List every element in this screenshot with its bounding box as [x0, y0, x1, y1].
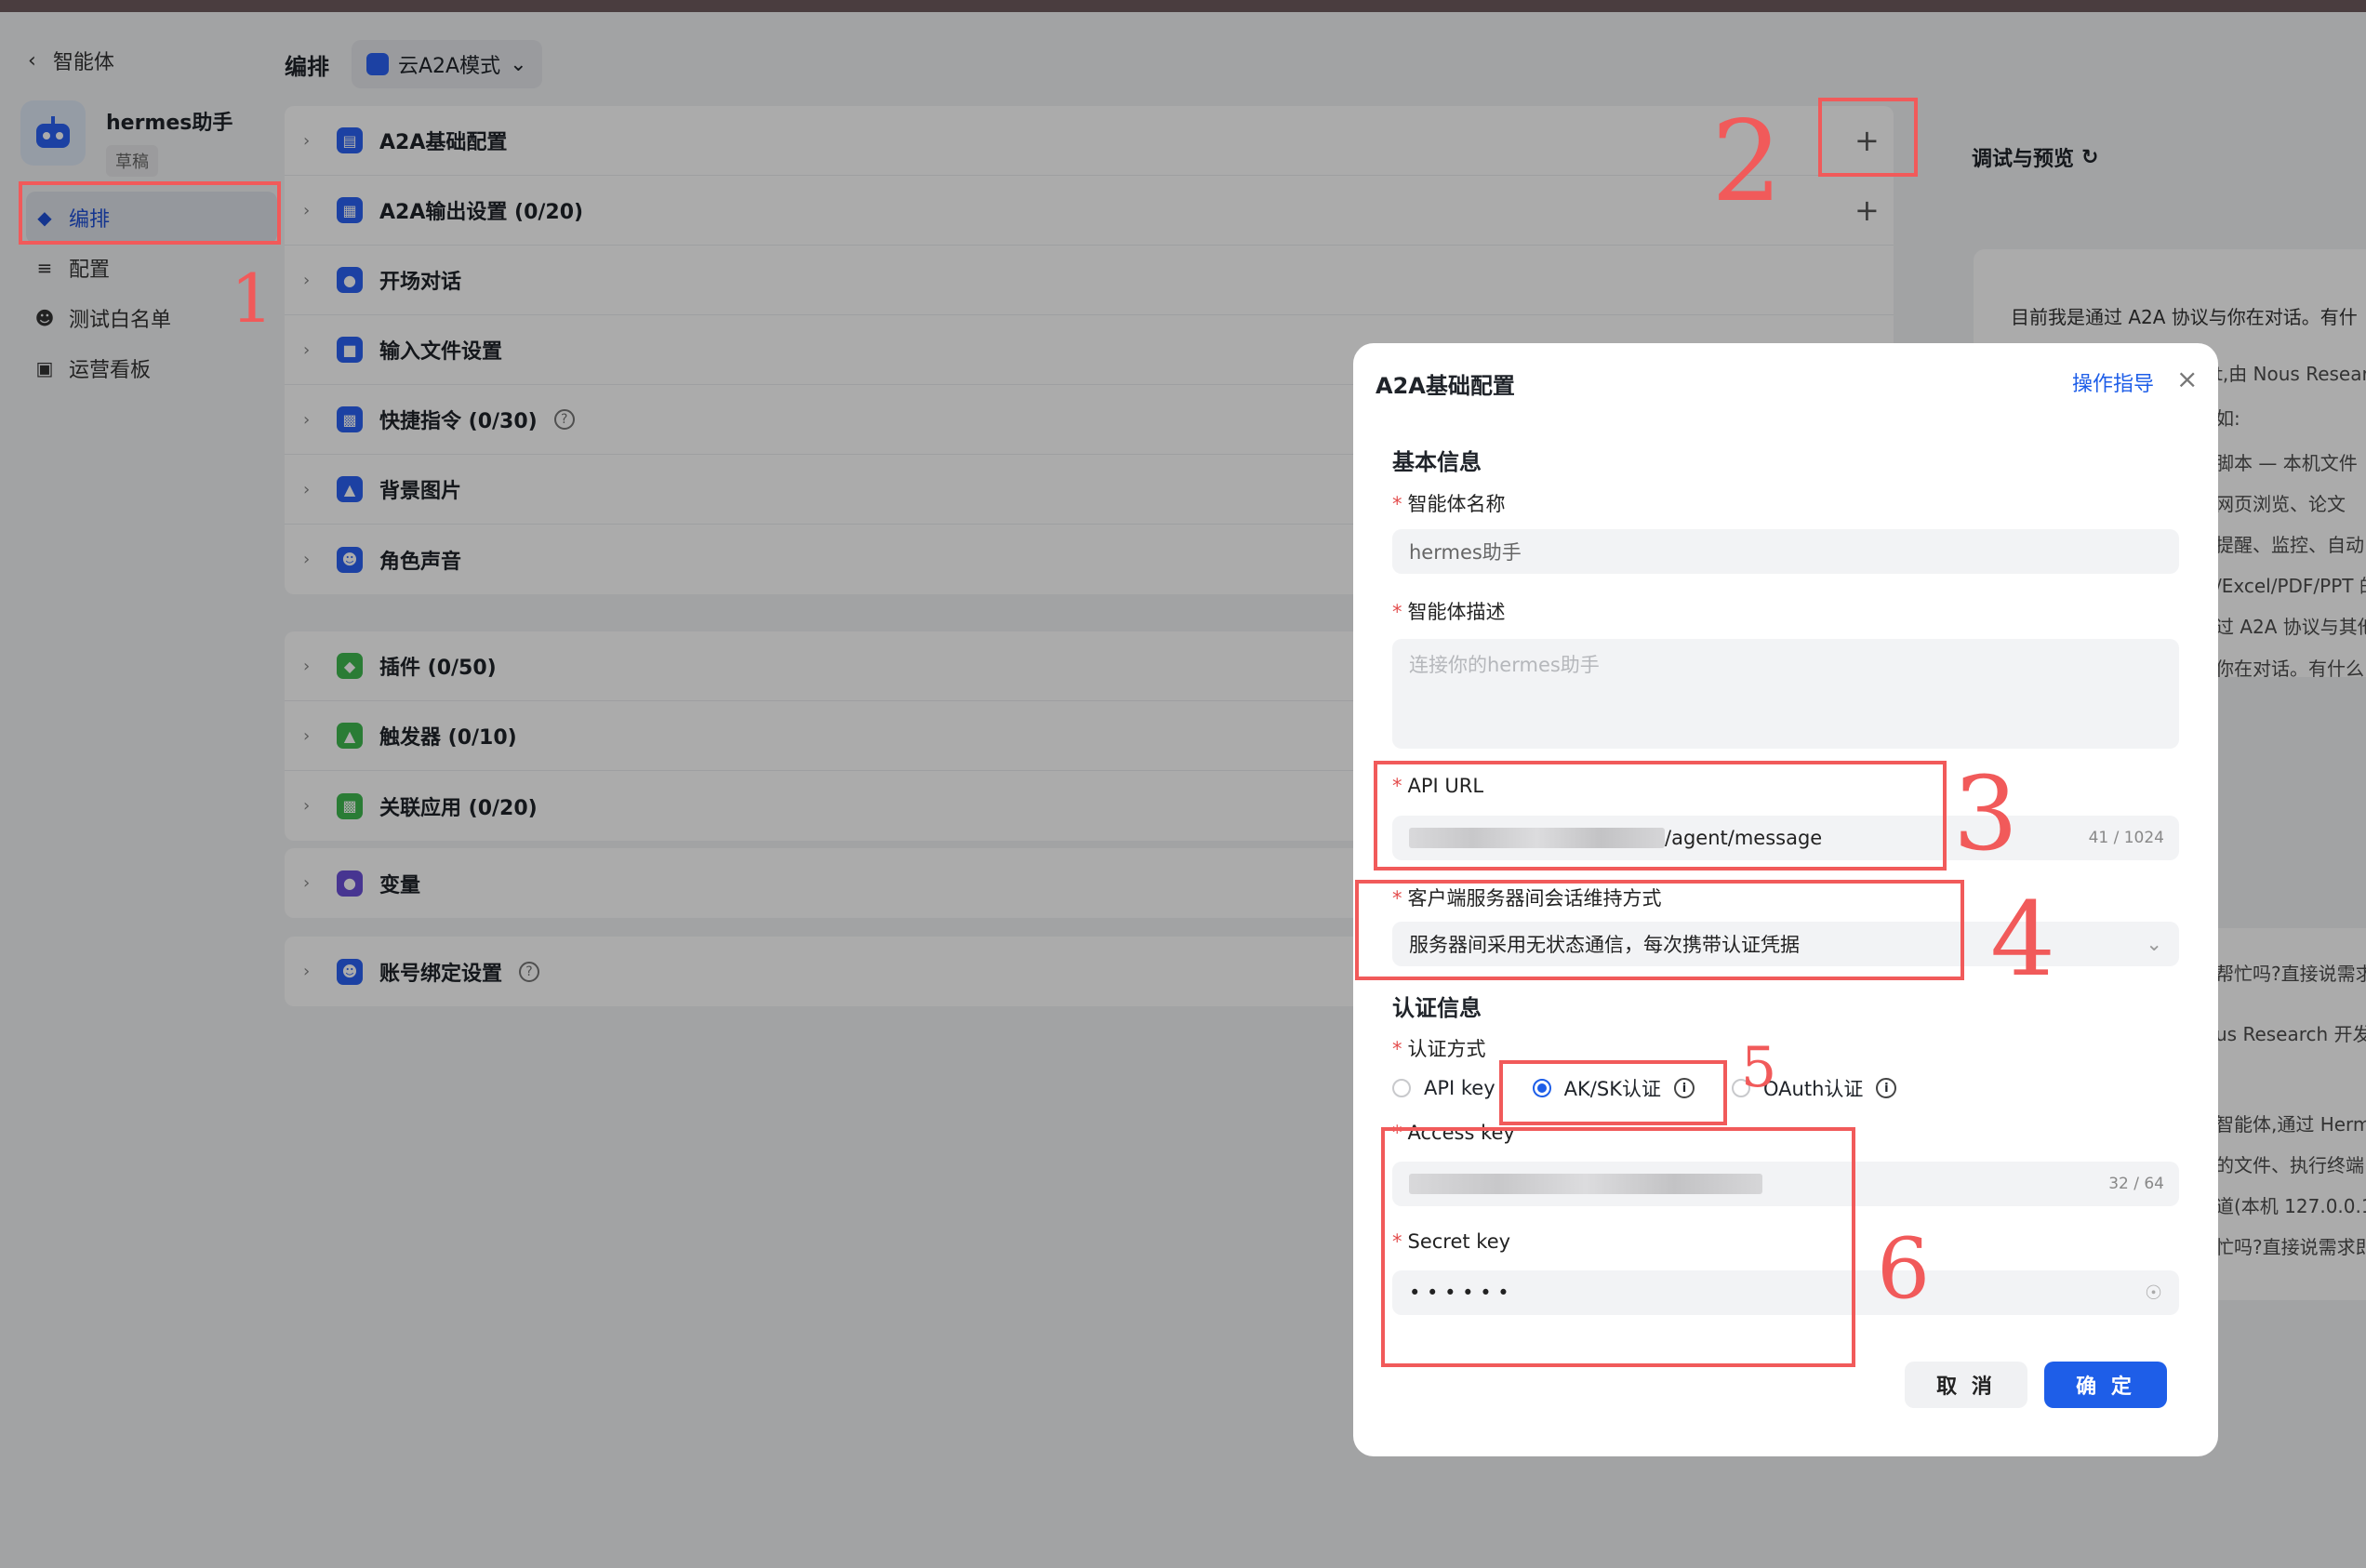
annotation-box-6 [1381, 1127, 1855, 1367]
ak-counter: 32 / 64 [2108, 1175, 2164, 1193]
name-value: hermes助手 [1409, 541, 1522, 564]
annotation-box-4 [1355, 880, 1964, 980]
eye-off-icon[interactable]: ☉ [2145, 1282, 2162, 1304]
preview-line: 道(本机 127.0.0.1 [2215, 1195, 2366, 1217]
chevron-down-icon: ⌄ [2146, 933, 2162, 955]
annotation-number: 3 [1953, 754, 2018, 873]
preview-line: 你在对话。有什么 [2215, 658, 2364, 680]
preview-line: 的文件、执行终端 [2215, 1154, 2364, 1176]
info-icon[interactable]: i [1876, 1078, 1897, 1098]
annotation-box-2 [1818, 98, 1918, 177]
radio-api-key[interactable] [1392, 1079, 1411, 1097]
guide-link[interactable]: 操作指导 [2072, 367, 2154, 397]
annotation-number: 1 [231, 259, 273, 338]
preview-line: 如: [2215, 407, 2240, 430]
annotation-box-5 [1499, 1060, 1727, 1125]
preview-line: 过 A2A 协议与其他 [2215, 616, 2366, 638]
name-field[interactable]: hermes助手 [1392, 529, 2179, 574]
preview-line: 忙吗?直接说需求即 [2215, 1236, 2366, 1258]
annotation-number: 2 [1711, 98, 1783, 227]
basic-info-heading: 基本信息 [1392, 449, 1482, 475]
preview-line: 帮忙吗?直接说需求 [2215, 963, 2366, 985]
confirm-button[interactable]: 确 定 [2044, 1362, 2167, 1408]
preview-line: t,由 Nous Researc [2215, 363, 2366, 385]
name-label: * 智能体名称 [1392, 493, 1506, 515]
annotation-box-1 [19, 181, 281, 245]
window-top-bar [0, 0, 2366, 12]
cancel-button[interactable]: 取 消 [1905, 1362, 2027, 1408]
annotation-box-3 [1374, 761, 1947, 870]
annotation-number: 4 [1990, 880, 2055, 999]
radio-label: OAuth认证 [1763, 1078, 1864, 1100]
preview-line: 智能体,通过 Herme [2215, 1113, 2366, 1136]
annotation-number: 6 [1877, 1220, 1931, 1318]
close-icon[interactable]: × [2176, 364, 2198, 394]
auth-info-heading: 认证信息 [1392, 995, 1482, 1021]
preview-line: 提醒、监控、自动 [2215, 534, 2364, 556]
description-textarea[interactable]: 连接你的hermes助手 [1392, 639, 2179, 749]
preview-line: /Excel/PDF/PPT 的 [2215, 575, 2366, 597]
preview-line: us Research 开发 [2215, 1023, 2366, 1045]
radio-label: API key [1424, 1077, 1495, 1099]
url-counter: 41 / 1024 [2088, 829, 2164, 847]
annotation-number: 5 [1741, 1035, 1777, 1100]
desc-placeholder: 连接你的hermes助手 [1409, 654, 1600, 676]
desc-label: * 智能体描述 [1392, 601, 1506, 623]
preview-line: 网页浏览、论文 [2215, 493, 2346, 515]
dialog-title: A2A基础配置 [1376, 373, 1515, 399]
auth-method-label: * 认证方式 [1392, 1038, 1486, 1060]
preview-line: 脚本 — 本机文件 [2215, 452, 2358, 474]
